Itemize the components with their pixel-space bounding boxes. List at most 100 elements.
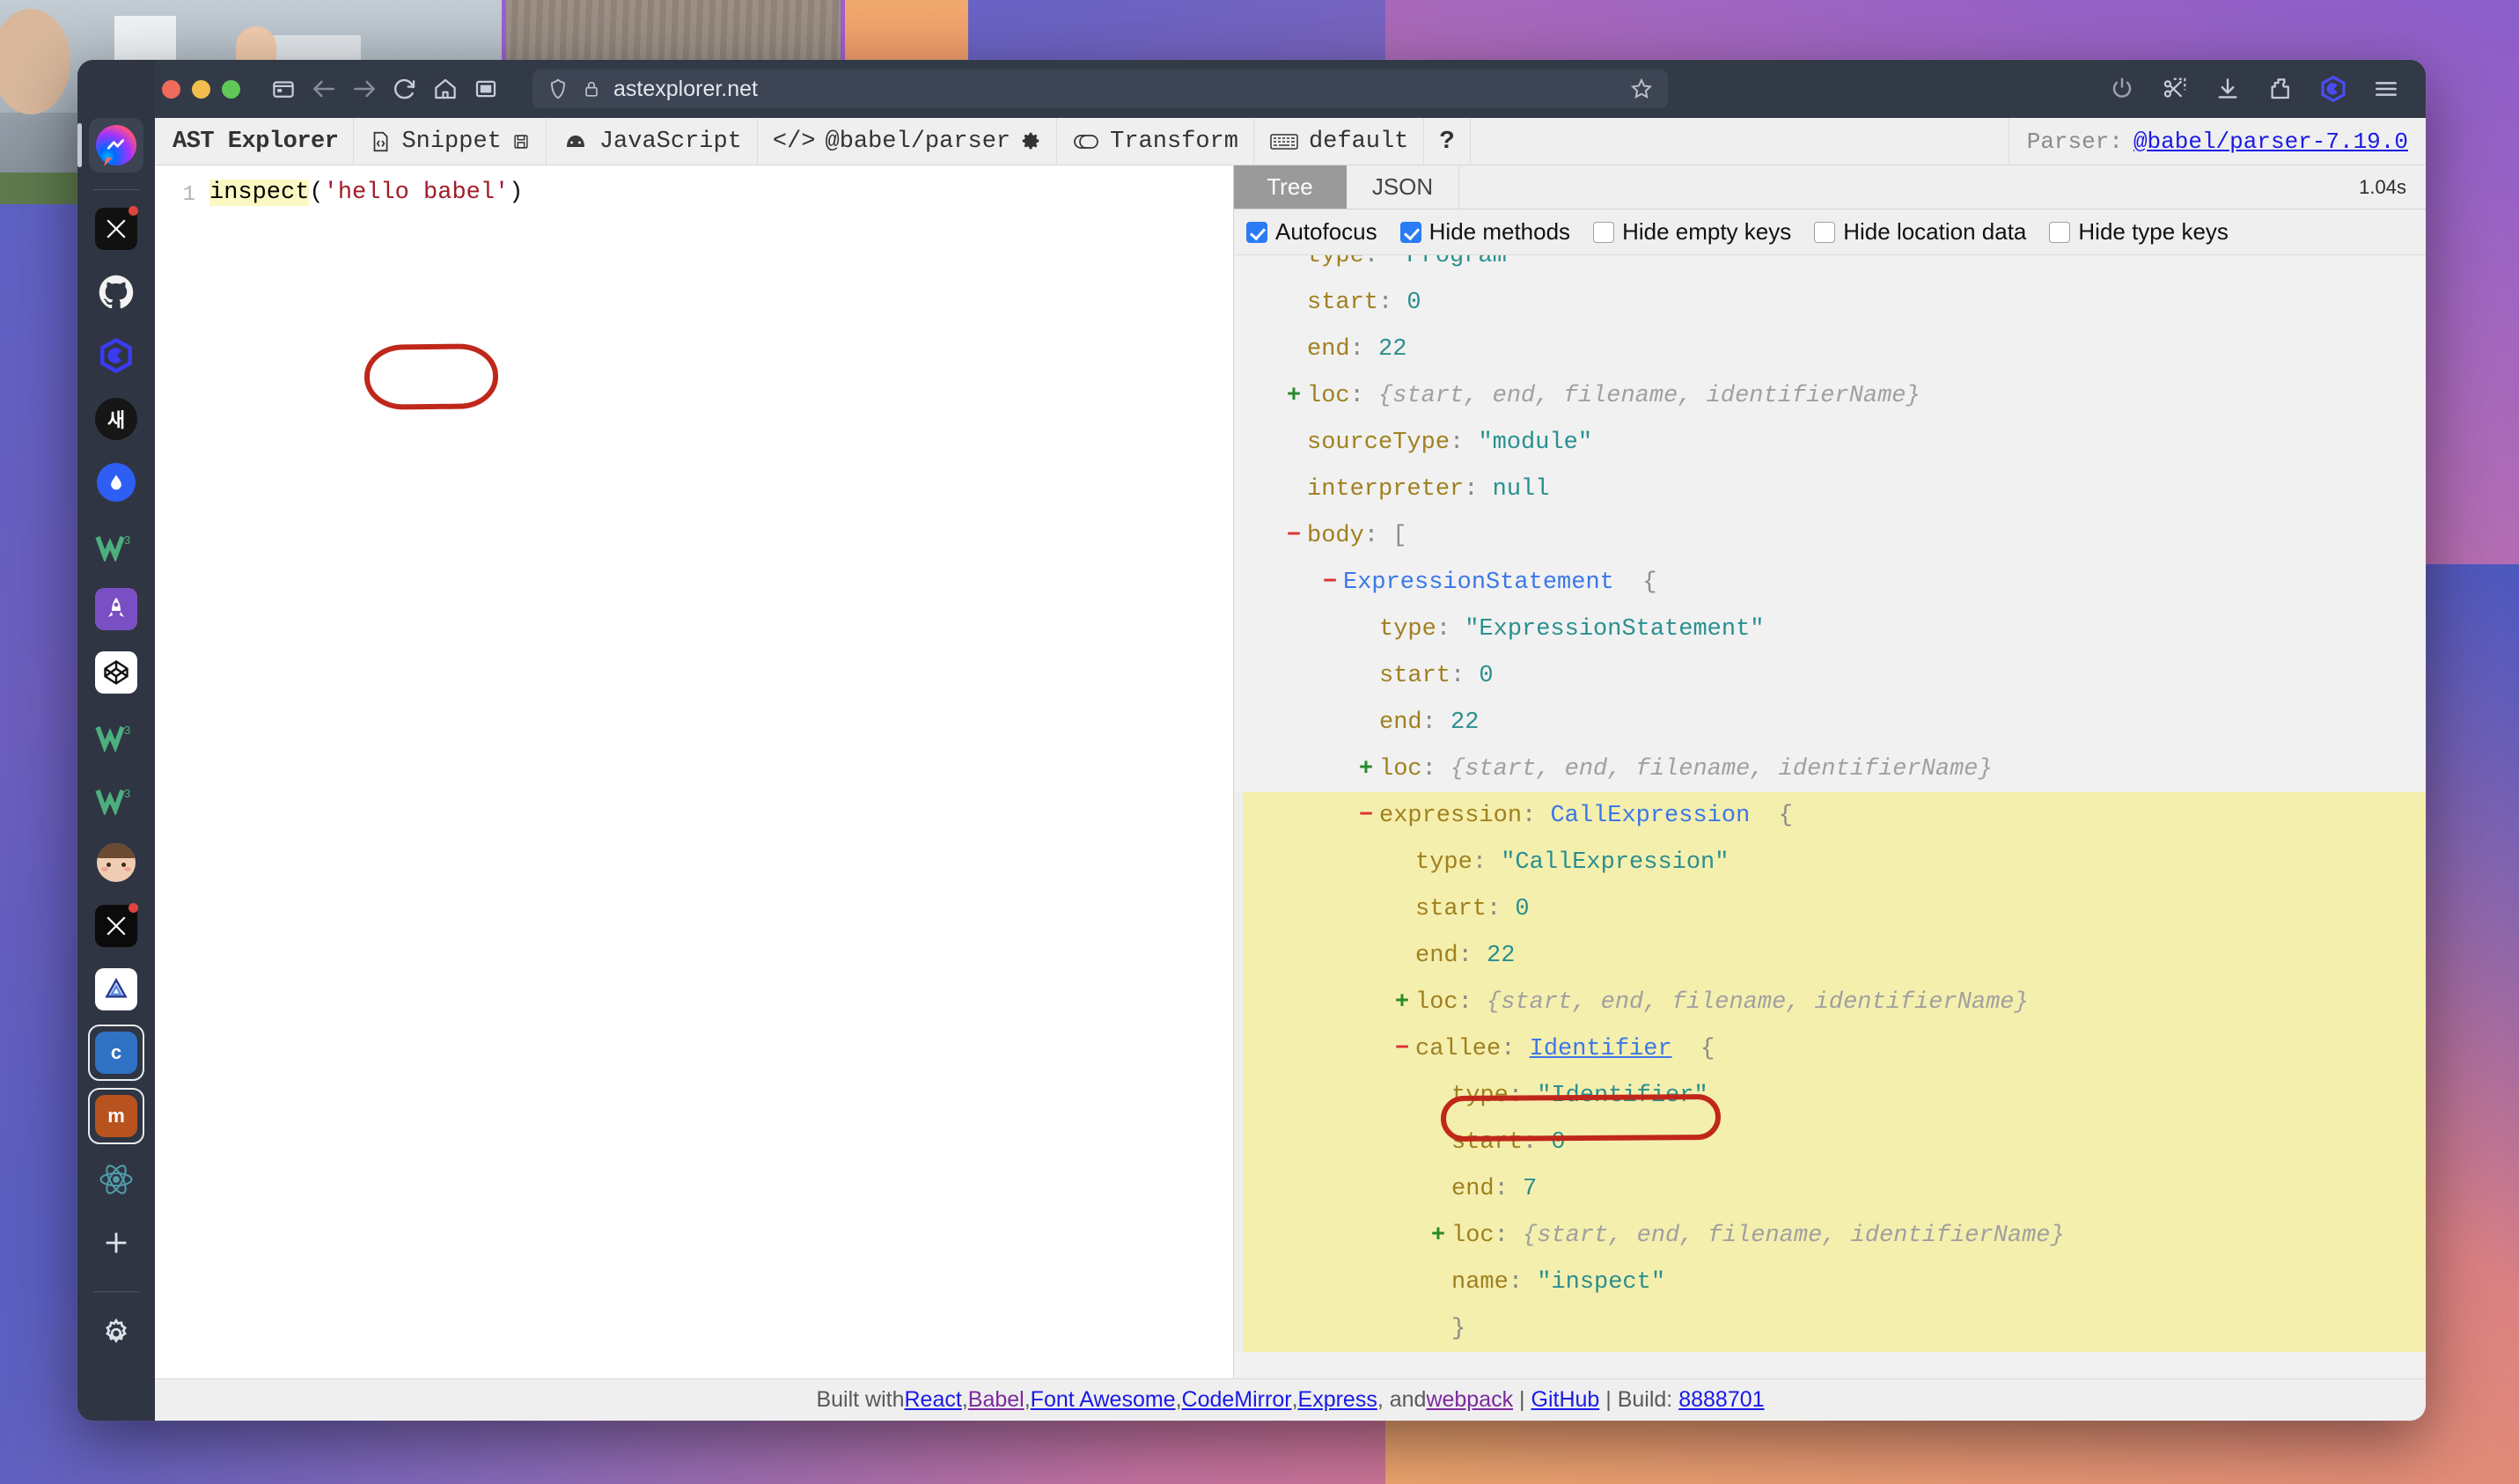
ast-tree-row[interactable]: end: 22 — [1234, 932, 2426, 979]
dock-item-w3schools-1[interactable]: 3 — [89, 518, 143, 573]
checkbox-hide-type-keys[interactable] — [2049, 221, 2071, 243]
ast-tree[interactable]: type: "Program" start: 0 end: 22 + loc: {s… — [1234, 255, 2426, 1378]
option-hide-methods[interactable]: Hide methods — [1399, 218, 1570, 246]
ast-tree-row[interactable]: start: 0 — [1234, 279, 2426, 326]
dock-item-water-drop-app[interactable] — [89, 455, 143, 510]
collapse-toggle-icon[interactable]: − — [1281, 523, 1307, 549]
ast-tree-row[interactable]: + loc: {start, end, filename, identifierN… — [1234, 372, 2426, 419]
footer-link-github[interactable]: GitHub — [1531, 1387, 1600, 1413]
tab-json[interactable]: JSON — [1347, 165, 1459, 209]
footer-link-font-awesome[interactable]: Font Awesome — [1031, 1387, 1176, 1413]
dock-item-github[interactable] — [89, 265, 143, 320]
expand-toggle-icon[interactable]: + — [1281, 383, 1307, 409]
expand-toggle-icon[interactable]: + — [1389, 989, 1415, 1016]
ast-node-type[interactable]: CallExpression — [1550, 803, 1750, 829]
minimize-window-button[interactable] — [192, 79, 210, 99]
maximize-window-button[interactable] — [222, 79, 240, 99]
checkbox-autofocus[interactable] — [1246, 221, 1267, 243]
dock-item-react-app[interactable] — [89, 1152, 143, 1207]
hexagon-logo-icon[interactable] — [2313, 69, 2354, 109]
ast-tree-row[interactable]: interpreter: null — [1234, 466, 2426, 512]
dock-item-hexagon-app[interactable] — [89, 328, 143, 383]
collapse-toggle-icon[interactable]: − — [1317, 569, 1343, 596]
option-autofocus[interactable]: Autofocus — [1246, 218, 1377, 246]
checkbox-hide-methods[interactable] — [1399, 221, 1421, 243]
arrow-left-icon[interactable] — [304, 69, 344, 109]
dock-item-triangle-app[interactable] — [89, 962, 143, 1017]
ast-tree-row[interactable]: sourceType: "module" — [1234, 419, 2426, 466]
ast-tree-row[interactable]: name: "inspect" — [1234, 1259, 2426, 1305]
dock-item-avatar-profile[interactable] — [89, 835, 143, 890]
option-hide-empty-keys[interactable]: Hide empty keys — [1593, 218, 1791, 246]
snippet-menu[interactable]: Snippet — [354, 118, 547, 165]
ast-node-type[interactable]: Identifier — [1530, 1036, 1672, 1062]
option-hide-location-data[interactable]: Hide location data — [1814, 218, 2026, 246]
dock-item-messenger[interactable] — [77, 118, 143, 173]
parser-menu[interactable]: </> @babel/parser — [758, 118, 1058, 165]
footer-link-webpack[interactable]: webpack — [1426, 1387, 1513, 1413]
extension-puzzle-icon[interactable] — [2260, 69, 2301, 109]
gear-icon[interactable] — [1020, 131, 1041, 152]
footer-link-express[interactable]: Express — [1298, 1387, 1377, 1413]
ast-tree-row[interactable]: start: 0 — [1234, 1119, 2426, 1165]
hamburger-menu-icon[interactable] — [2366, 69, 2406, 109]
keymap-menu[interactable]: default — [1254, 118, 1425, 165]
dock-item-workspace-m[interactable]: m — [88, 1088, 144, 1144]
ast-tree-row[interactable]: − expression: CallExpression { — [1234, 792, 2426, 839]
ast-tree-row[interactable]: − body: [ — [1234, 512, 2426, 559]
ast-tree-row[interactable]: + loc: {start, end, filename, identifierN… — [1234, 1212, 2426, 1259]
footer-link-babel[interactable]: Babel — [968, 1387, 1024, 1413]
save-floppy-icon[interactable] — [511, 130, 531, 153]
dock-item-codepen[interactable] — [89, 645, 143, 700]
ast-tree-row[interactable]: type: "Identifier" — [1234, 1072, 2426, 1119]
expand-toggle-icon[interactable]: + — [1425, 1223, 1451, 1249]
ast-tree-row[interactable]: type: "ExpressionStatement" — [1234, 606, 2426, 652]
dock-item-w3schools-3[interactable]: 3 — [89, 772, 143, 826]
dock-item-x-twitter-1[interactable] — [89, 202, 143, 256]
help-button[interactable]: ? — [1424, 118, 1471, 165]
footer-link-react[interactable]: React — [905, 1387, 962, 1413]
collapse-toggle-icon[interactable]: − — [1353, 803, 1379, 829]
download-icon[interactable] — [2207, 69, 2248, 109]
star-outline-icon[interactable] — [1629, 77, 1654, 101]
ast-tree-row[interactable]: type: "Program" — [1234, 255, 2426, 279]
dock-item-settings[interactable] — [89, 1306, 143, 1361]
footer-build-hash[interactable]: 8888701 — [1678, 1387, 1764, 1413]
dock-item-workspace-c[interactable]: c — [88, 1025, 144, 1081]
code-editor[interactable]: 1 inspect('hello babel') — [155, 165, 1233, 213]
checkbox-hide-empty-keys[interactable] — [1593, 221, 1615, 243]
dock-item-w3schools-2[interactable]: 3 — [89, 709, 143, 763]
ast-tree-row[interactable]: type: "CallExpression" — [1234, 839, 2426, 885]
ast-tree-row[interactable]: + loc: {start, end, filename, identifierN… — [1234, 979, 2426, 1025]
transform-menu[interactable]: Transform — [1057, 118, 1254, 165]
screenshot-scissors-icon[interactable] — [2155, 69, 2195, 109]
option-hide-type-keys[interactable]: Hide type keys — [2049, 218, 2229, 246]
close-window-button[interactable] — [162, 79, 180, 99]
collapse-toggle-icon[interactable]: − — [1389, 1036, 1415, 1062]
ast-tree-row[interactable]: } — [1234, 1305, 2426, 1352]
footer-link-codemirror[interactable]: CodeMirror — [1182, 1387, 1292, 1413]
parser-version-link[interactable]: @babel/parser-7.19.0 — [2133, 129, 2408, 155]
ast-tree-row[interactable]: end: 22 — [1234, 699, 2426, 746]
sidebar-panel-icon[interactable] — [263, 69, 304, 109]
ast-tree-row[interactable]: + loc: {start, end, filename, identifierN… — [1234, 746, 2426, 792]
url-bar[interactable]: astexplorer.net — [532, 70, 1668, 108]
dock-item-add-workspace[interactable] — [89, 1216, 143, 1270]
checkbox-hide-location-data[interactable] — [1814, 221, 1836, 243]
expand-toggle-icon[interactable]: + — [1353, 756, 1379, 782]
home-icon[interactable] — [425, 69, 466, 109]
ast-tree-row[interactable]: end: 7 — [1234, 1165, 2426, 1212]
dock-item-korean-news[interactable]: 새 — [89, 392, 143, 446]
dock-item-x-twitter-2[interactable] — [89, 899, 143, 953]
code-editor-panel[interactable]: 1 inspect('hello babel') — [155, 165, 1234, 1378]
ast-node-type[interactable]: ExpressionStatement — [1343, 569, 1614, 596]
ast-tree-row[interactable]: start: 0 — [1234, 652, 2426, 699]
language-menu[interactable]: JavaScript — [547, 118, 758, 165]
dock-item-rocket-app[interactable] — [89, 582, 143, 636]
ast-tree-row[interactable]: start: 0 — [1234, 885, 2426, 932]
split-view-icon[interactable] — [466, 69, 506, 109]
tab-tree[interactable]: Tree — [1234, 165, 1347, 209]
ast-tree-row[interactable]: − ExpressionStatement { — [1234, 559, 2426, 606]
arrow-right-icon[interactable] — [344, 69, 385, 109]
ast-tree-row[interactable]: end: 22 — [1234, 326, 2426, 372]
